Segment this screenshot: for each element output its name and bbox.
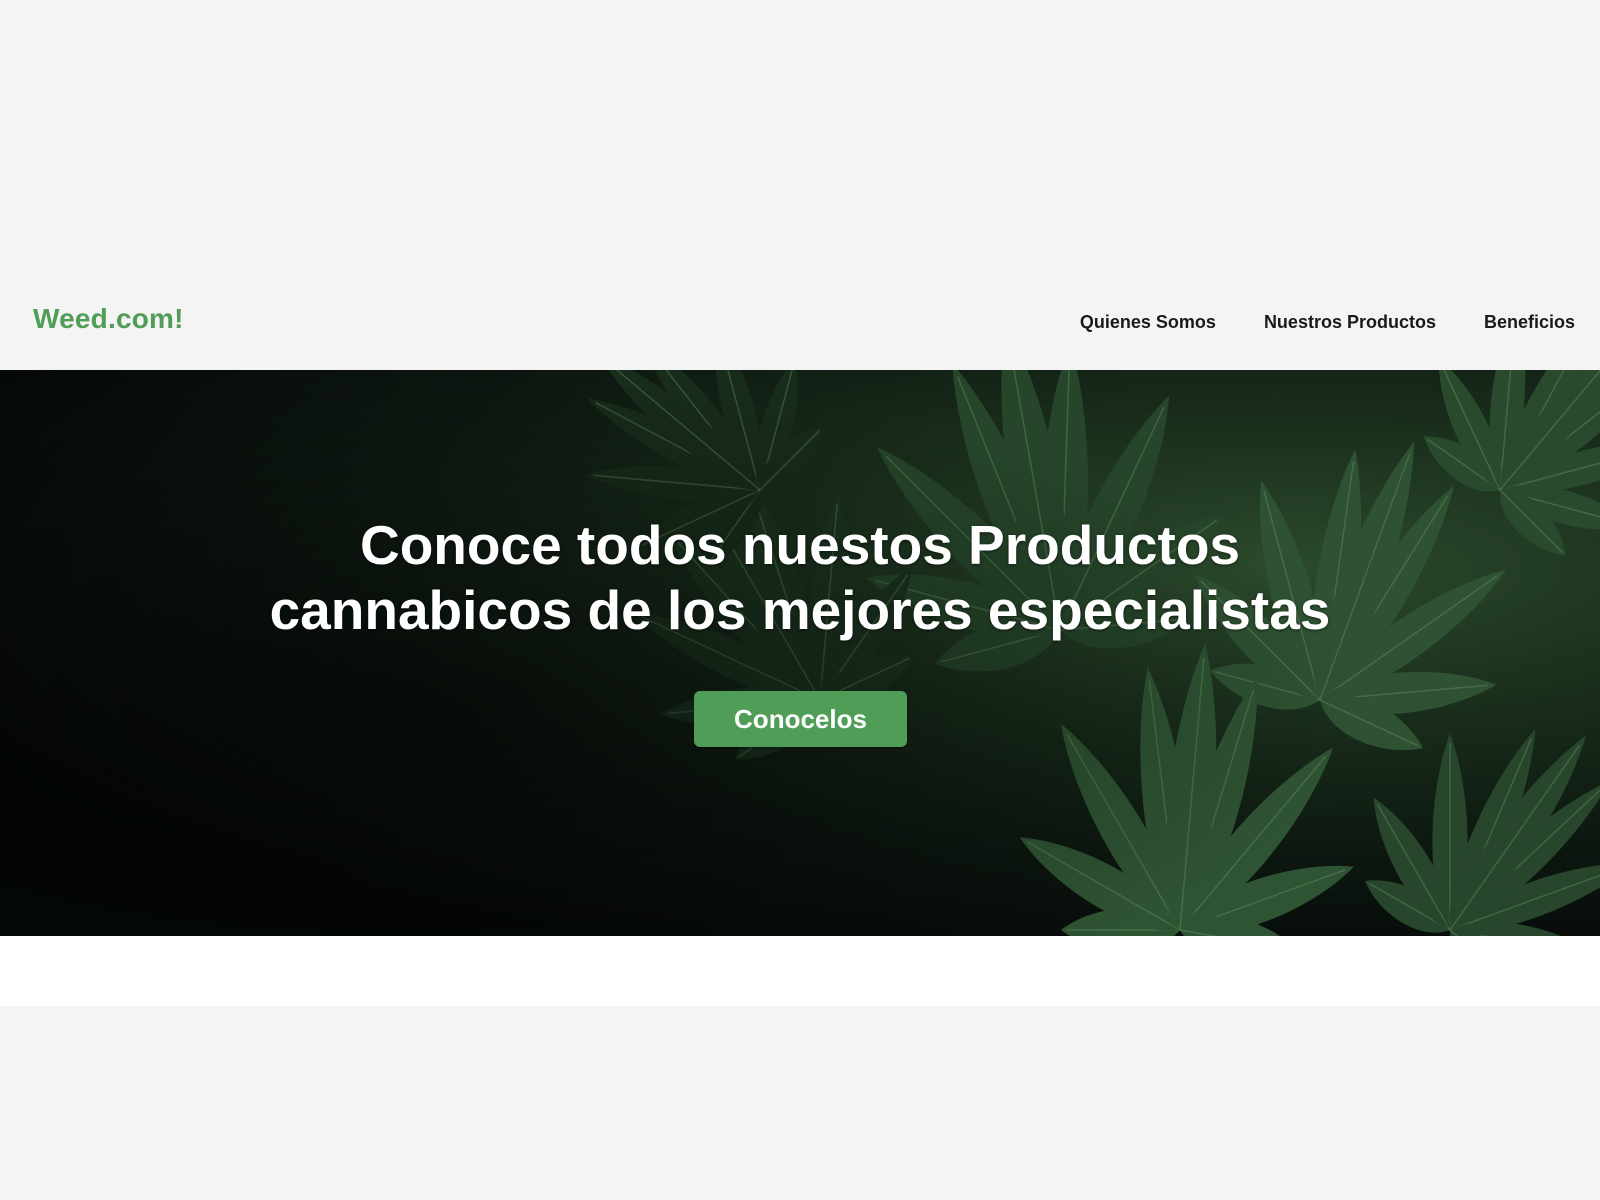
content-spacer xyxy=(0,936,1600,1006)
nav-link-nuestros-productos[interactable]: Nuestros Productos xyxy=(1264,312,1436,333)
cannabis-leaf-background-image xyxy=(0,370,1600,936)
site-header: Weed.com! Quienes Somos Nuestros Product… xyxy=(0,290,1600,370)
hero-title-line-2: cannabicos de los mejores especialistas xyxy=(269,579,1331,641)
nav-link-quienes-somos[interactable]: Quienes Somos xyxy=(1080,312,1216,333)
nav-link-beneficios[interactable]: Beneficios xyxy=(1484,312,1575,333)
site-logo[interactable]: Weed.com! xyxy=(33,303,184,335)
hero-title: Conoce todos nuestos Productos cannabico… xyxy=(0,513,1600,643)
conocelos-button[interactable]: Conocelos xyxy=(694,691,907,747)
hero-banner: Conoce todos nuestos Productos cannabico… xyxy=(0,370,1600,936)
main-nav: Quienes Somos Nuestros Productos Benefic… xyxy=(1080,312,1575,333)
hero-title-line-1: Conoce todos nuestos Productos xyxy=(359,514,1241,576)
